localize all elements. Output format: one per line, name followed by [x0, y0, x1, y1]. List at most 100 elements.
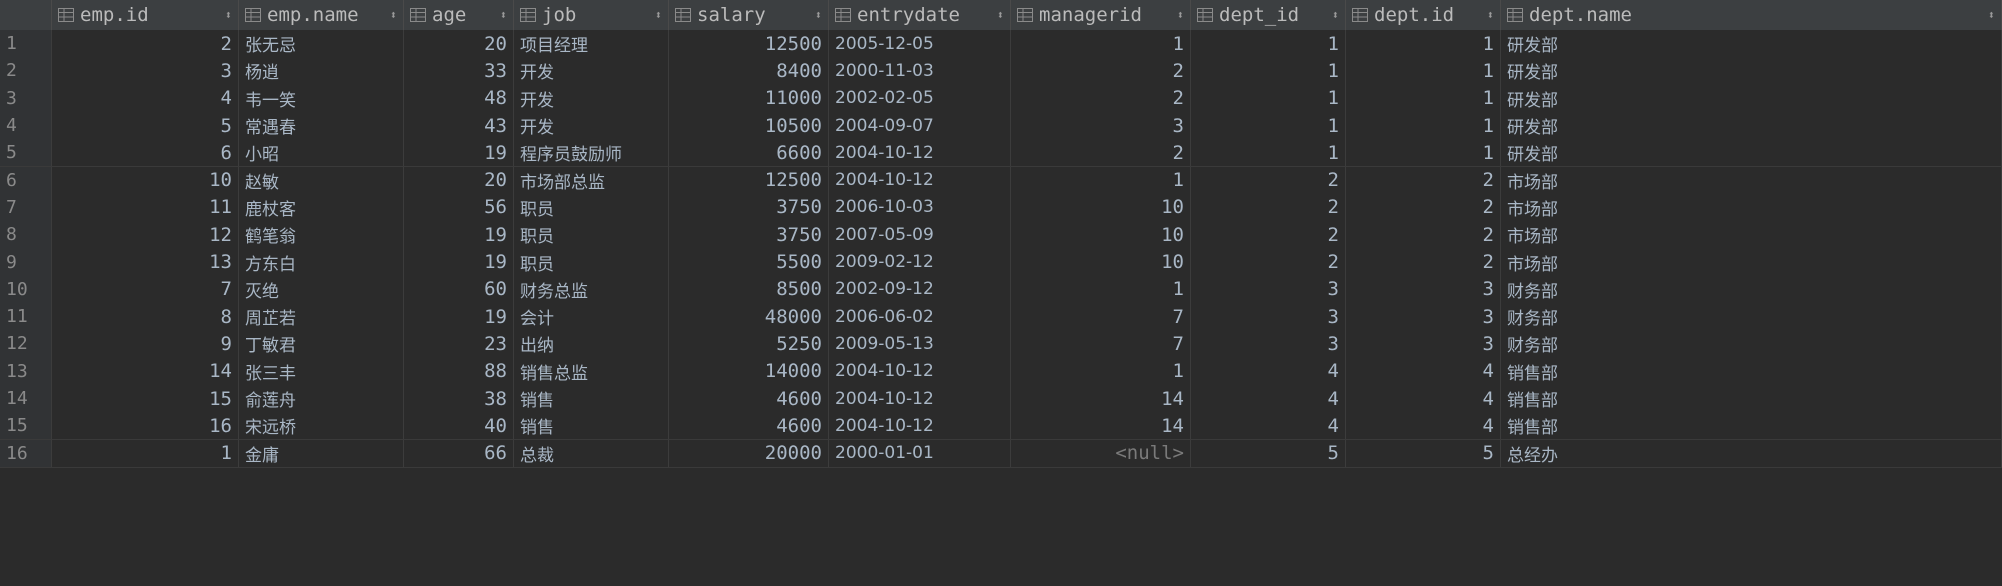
table-row[interactable]: 3 4 韦一笑 48 开发 11000 2002-02-05 2 1 1 研发部	[0, 84, 2002, 113]
cell-managerid[interactable]: 1	[1011, 166, 1191, 194]
cell-managerid[interactable]: 3	[1011, 111, 1191, 140]
cell-emp_id[interactable]: 16	[52, 412, 239, 440]
cell-job[interactable]: 销售	[514, 412, 669, 440]
cell-emp_name[interactable]: 方东白	[239, 248, 404, 276]
cell-dept_id2[interactable]: 2	[1346, 193, 1501, 222]
column-header-managerid[interactable]: managerid ⬍	[1011, 0, 1191, 30]
cell-managerid[interactable]: 14	[1011, 412, 1191, 440]
cell-emp_name[interactable]: 周芷若	[239, 303, 404, 331]
row-number[interactable]: 11	[0, 303, 52, 331]
cell-dept_id2[interactable]: 3	[1346, 330, 1501, 358]
cell-emp_id[interactable]: 7	[52, 275, 239, 303]
cell-job[interactable]: 出纳	[514, 330, 669, 358]
cell-dept_id[interactable]: 4	[1191, 412, 1346, 440]
cell-age[interactable]: 20	[404, 30, 514, 58]
cell-dept_name[interactable]: 研发部	[1501, 139, 2002, 167]
row-number[interactable]: 16	[0, 439, 52, 467]
table-row[interactable]: 8 12 鹤笔翁 19 职员 3750 2007-05-09 10 2 2 市场部	[0, 221, 2002, 250]
cell-job[interactable]: 总裁	[514, 439, 669, 467]
column-header-job[interactable]: job ⬍	[514, 0, 669, 30]
cell-emp_name[interactable]: 常遇春	[239, 111, 404, 140]
cell-job[interactable]: 销售	[514, 384, 669, 413]
cell-age[interactable]: 19	[404, 248, 514, 276]
cell-dept_id2[interactable]: 2	[1346, 248, 1501, 276]
cell-dept_name[interactable]: 销售部	[1501, 412, 2002, 440]
cell-dept_name[interactable]: 市场部	[1501, 221, 2002, 249]
cell-emp_name[interactable]: 杨逍	[239, 57, 404, 85]
cell-job[interactable]: 会计	[514, 303, 669, 331]
cell-salary[interactable]: 20000	[669, 439, 829, 467]
sort-icon[interactable]: ⬍	[225, 8, 232, 22]
cell-dept_id[interactable]: 3	[1191, 275, 1346, 303]
cell-managerid[interactable]: 7	[1011, 303, 1191, 331]
row-number[interactable]: 5	[0, 139, 52, 167]
cell-age[interactable]: 38	[404, 384, 514, 413]
sort-icon[interactable]: ⬍	[1487, 8, 1494, 22]
cell-dept_name[interactable]: 财务部	[1501, 330, 2002, 358]
cell-emp_id[interactable]: 1	[52, 439, 239, 467]
cell-dept_id[interactable]: 1	[1191, 84, 1346, 112]
cell-emp_name[interactable]: 金庸	[239, 439, 404, 467]
cell-dept_name[interactable]: 市场部	[1501, 248, 2002, 276]
cell-managerid[interactable]: 1	[1011, 357, 1191, 385]
cell-age[interactable]: 20	[404, 166, 514, 194]
cell-salary[interactable]: 4600	[669, 384, 829, 413]
cell-emp_id[interactable]: 11	[52, 193, 239, 222]
column-header-emp_id[interactable]: emp.id ⬍	[52, 0, 239, 30]
cell-entrydate[interactable]: 2009-02-12	[829, 248, 1011, 276]
sort-icon[interactable]: ⬍	[815, 8, 822, 22]
cell-job[interactable]: 销售总监	[514, 357, 669, 385]
cell-emp_name[interactable]: 鹤笔翁	[239, 221, 404, 249]
cell-managerid[interactable]: 1	[1011, 275, 1191, 303]
cell-salary[interactable]: 3750	[669, 193, 829, 222]
sort-icon[interactable]: ⬍	[1177, 8, 1184, 22]
cell-dept_name[interactable]: 销售部	[1501, 357, 2002, 385]
cell-managerid[interactable]: 2	[1011, 84, 1191, 112]
table-row[interactable]: 4 5 常遇春 43 开发 10500 2004-09-07 3 1 1 研发部	[0, 111, 2002, 141]
cell-dept_id2[interactable]: 1	[1346, 57, 1501, 85]
cell-job[interactable]: 开发	[514, 111, 669, 140]
table-row[interactable]: 6 10 赵敏 20 市场部总监 12500 2004-10-12 1 2 2 市场部	[0, 166, 2002, 195]
cell-salary[interactable]: 12500	[669, 30, 829, 58]
cell-emp_id[interactable]: 12	[52, 221, 239, 249]
cell-salary[interactable]: 12500	[669, 166, 829, 194]
cell-age[interactable]: 23	[404, 330, 514, 358]
column-header-salary[interactable]: salary ⬍	[669, 0, 829, 30]
row-number[interactable]: 15	[0, 412, 52, 440]
cell-emp_name[interactable]: 俞莲舟	[239, 384, 404, 413]
cell-job[interactable]: 开发	[514, 84, 669, 112]
cell-emp_id[interactable]: 15	[52, 384, 239, 413]
cell-managerid[interactable]: <null>	[1011, 439, 1191, 467]
cell-emp_id[interactable]: 8	[52, 303, 239, 331]
table-row[interactable]: 7 11 鹿杖客 56 职员 3750 2006-10-03 10 2 2 市场部	[0, 193, 2002, 223]
cell-dept_id[interactable]: 1	[1191, 30, 1346, 58]
cell-entrydate[interactable]: 2006-06-02	[829, 303, 1011, 331]
column-header-age[interactable]: age ⬍	[404, 0, 514, 30]
cell-dept_id[interactable]: 5	[1191, 439, 1346, 467]
cell-emp_id[interactable]: 13	[52, 248, 239, 276]
cell-age[interactable]: 48	[404, 84, 514, 112]
cell-entrydate[interactable]: 2004-10-12	[829, 166, 1011, 194]
table-row[interactable]: 15 16 宋远桥 40 销售 4600 2004-10-12 14 4 4 销售部	[0, 412, 2002, 441]
column-header-dept_id[interactable]: dept_id ⬍	[1191, 0, 1346, 30]
row-number[interactable]: 7	[0, 193, 52, 222]
row-number[interactable]: 13	[0, 357, 52, 385]
cell-emp_name[interactable]: 张无忌	[239, 30, 404, 58]
cell-salary[interactable]: 48000	[669, 303, 829, 331]
row-number[interactable]: 3	[0, 84, 52, 112]
table-row[interactable]: 9 13 方东白 19 职员 5500 2009-02-12 10 2 2 市场部	[0, 248, 2002, 277]
cell-salary[interactable]: 10500	[669, 111, 829, 140]
cell-emp_name[interactable]: 宋远桥	[239, 412, 404, 440]
cell-job[interactable]: 市场部总监	[514, 166, 669, 194]
row-number[interactable]: 8	[0, 221, 52, 249]
cell-dept_id[interactable]: 4	[1191, 357, 1346, 385]
table-row[interactable]: 12 9 丁敏君 23 出纳 5250 2009-05-13 7 3 3 财务部	[0, 330, 2002, 359]
cell-emp_id[interactable]: 3	[52, 57, 239, 85]
column-header-dept_id2[interactable]: dept.id ⬍	[1346, 0, 1501, 30]
table-row[interactable]: 10 7 灭绝 60 财务总监 8500 2002-09-12 1 3 3 财务部	[0, 275, 2002, 304]
cell-dept_id2[interactable]: 2	[1346, 166, 1501, 194]
cell-emp_name[interactable]: 小昭	[239, 139, 404, 167]
cell-emp_id[interactable]: 10	[52, 166, 239, 194]
column-header-emp_name[interactable]: emp.name ⬍	[239, 0, 404, 30]
cell-dept_name[interactable]: 研发部	[1501, 57, 2002, 85]
